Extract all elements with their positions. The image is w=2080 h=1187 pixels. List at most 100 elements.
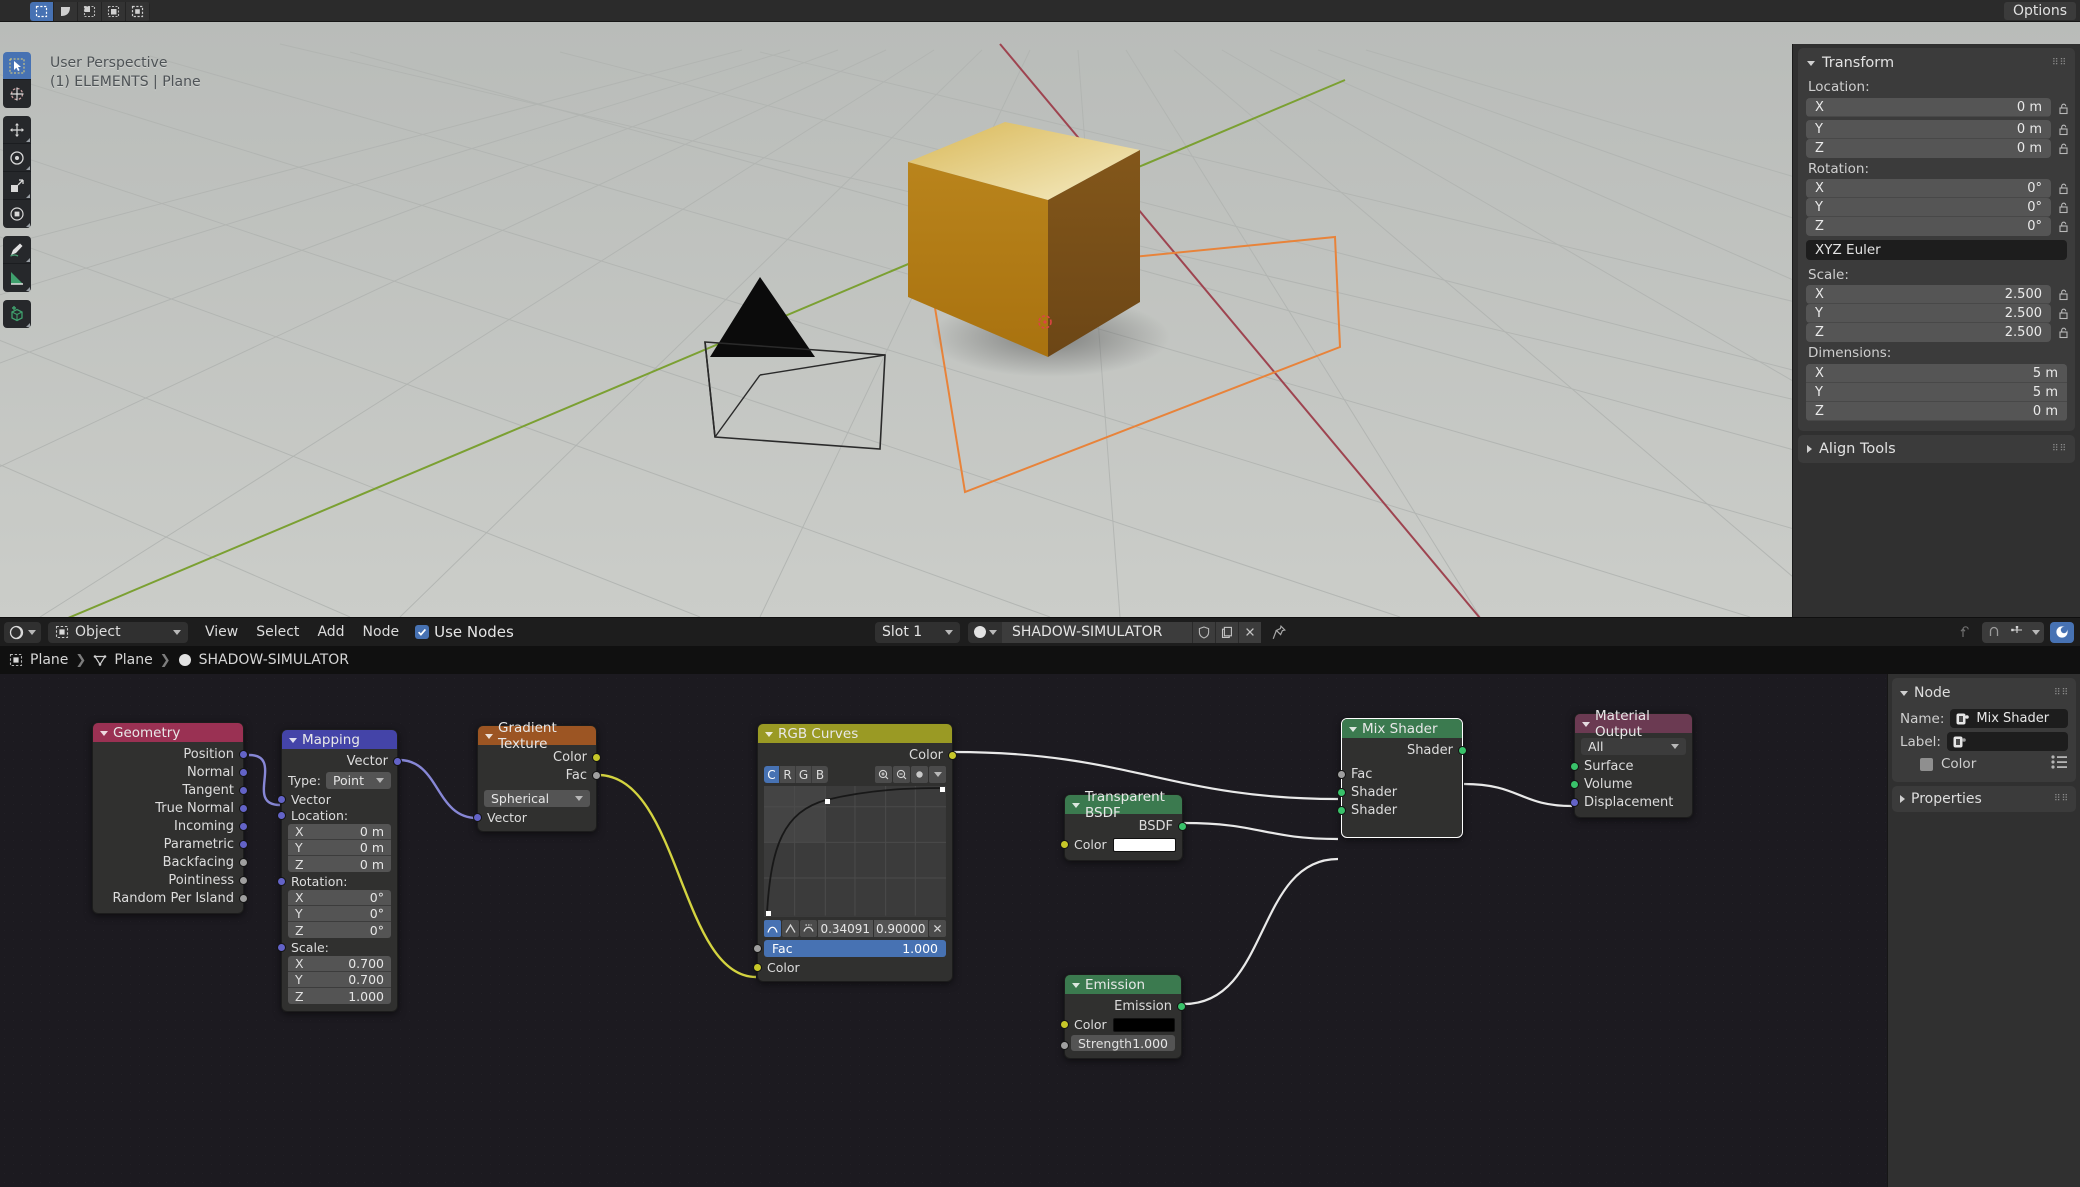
lock-scale-z-icon[interactable] [2051, 326, 2075, 339]
menu-add[interactable]: Add [308, 622, 353, 643]
vector-handle-icon[interactable] [782, 920, 799, 937]
node-material-output[interactable]: Material Output All Surface Volume Displ… [1570, 708, 1693, 818]
node-rgb-curves-header[interactable]: RGB Curves [758, 724, 952, 743]
socket-row-volume[interactable]: Volume [1570, 775, 1692, 793]
socket-shader-out[interactable] [1458, 745, 1467, 755]
socket-pointiness[interactable] [239, 875, 248, 885]
socket-row-normal[interactable]: Normal [93, 763, 248, 781]
node-gradient-texture[interactable]: Gradient Texture Color Fac Spherical Vec… [473, 720, 601, 832]
menu-select[interactable]: Select [247, 622, 308, 643]
emission-strength-field[interactable]: Strength 1.000 [1071, 1035, 1175, 1051]
curve-tools[interactable] [875, 766, 946, 783]
location-y-field[interactable]: Y 0 m [1806, 120, 2051, 139]
socket-shader-in-2[interactable] [1337, 805, 1346, 815]
socket-row-pointiness[interactable]: Pointiness [93, 871, 248, 889]
socket-color-in[interactable] [1060, 840, 1069, 849]
auto-handle-icon[interactable] [764, 920, 781, 937]
rgb-curves-color-input-row[interactable]: Color [753, 959, 952, 975]
socket-color-in[interactable] [753, 962, 762, 972]
cursor-tool[interactable] [3, 80, 31, 108]
curve-point-y-value[interactable]: 0.90000 [873, 920, 928, 937]
transparent-color-swatch[interactable] [1112, 837, 1176, 852]
measure-tool[interactable] [3, 264, 31, 292]
lock-location-x-icon[interactable] [2051, 102, 2075, 115]
breadcrumb-item-mesh[interactable]: Plane [114, 652, 152, 668]
node-mix-shader[interactable]: Mix Shader Shader Fac Shader Shader [1337, 718, 1467, 838]
pin-icon[interactable] [1269, 624, 1289, 640]
socket-row-fac-out[interactable]: Fac [478, 766, 601, 784]
socket-row-backfacing[interactable]: Backfacing [93, 853, 248, 871]
mapping-rotation-y[interactable]: Y 0° [288, 906, 391, 922]
socket-fac-in[interactable] [753, 944, 762, 953]
menu-node[interactable]: Node [354, 622, 409, 643]
mapping-location-z[interactable]: Z 0 m [288, 856, 391, 872]
select-box-icon[interactable] [30, 2, 54, 21]
breadcrumb-item-object[interactable]: Plane [30, 652, 68, 668]
properties-panel[interactable]: Properties ⠿⠿ [1892, 786, 2076, 812]
menu-view[interactable]: View [196, 622, 247, 643]
node-geometry[interactable]: Geometry Position Normal Tangent True No… [92, 722, 248, 914]
rotation-x-field[interactable]: X 0° [1806, 179, 2051, 198]
curve-point-selected[interactable] [825, 799, 830, 804]
select-mode-group[interactable] [30, 2, 150, 21]
socket-row-color-out[interactable]: Color [758, 746, 957, 764]
socket-row-parametric[interactable]: Parametric [93, 835, 248, 853]
socket-row-random-per-island[interactable]: Random Per Island [93, 889, 248, 907]
socket-color-out[interactable] [592, 752, 601, 762]
material-browse-button[interactable] [968, 621, 1002, 643]
rotation-y-field[interactable]: Y 0° [1806, 198, 2051, 217]
mapping-rotation-x[interactable]: X 0° [288, 890, 391, 906]
select-circle-icon[interactable] [102, 2, 126, 21]
gradient-vector-input-row[interactable]: Vector [473, 809, 596, 825]
snap-arrow-icon[interactable] [1954, 622, 1976, 643]
curve-channel-tabs[interactable]: C R G B [764, 766, 828, 783]
material-slot-select[interactable]: Slot 1 [875, 621, 960, 643]
clip-icon[interactable] [911, 766, 928, 783]
snap-options-group[interactable] [1982, 621, 2044, 643]
mapping-location-x[interactable]: X 0 m [288, 824, 391, 840]
properties-panel-header[interactable]: Properties ⠿⠿ [1892, 786, 2076, 812]
mapping-rotation-z[interactable]: Z 0° [288, 922, 391, 938]
socket-rotation-in[interactable] [277, 876, 286, 886]
grip-dots-icon[interactable]: ⠿⠿ [2054, 688, 2068, 697]
node-color-row[interactable]: Color [1892, 753, 2076, 775]
socket-row-fac-in[interactable]: Fac [1337, 765, 1462, 783]
dimension-z-field[interactable]: Z 0 m [1806, 402, 2067, 421]
lock-location-y-icon[interactable] [2051, 123, 2075, 136]
use-nodes-checkbox[interactable]: Use Nodes [408, 622, 521, 643]
select-extend-icon[interactable] [126, 2, 150, 21]
socket-displacement[interactable] [1570, 797, 1579, 807]
curve-channel-c[interactable]: C [764, 766, 780, 783]
curve-point-start[interactable] [766, 911, 771, 916]
delete-point-icon[interactable] [929, 920, 946, 937]
node-editor-canvas[interactable]: Geometry Position Normal Tangent True No… [0, 674, 2080, 1187]
socket-row-shader-in-1[interactable]: Shader [1337, 783, 1462, 801]
socket-incoming[interactable] [239, 821, 248, 831]
node-geometry-header[interactable]: Geometry [93, 723, 243, 742]
socket-volume[interactable] [1570, 779, 1579, 789]
socket-true-normal[interactable] [239, 803, 248, 813]
mapping-scale-z[interactable]: Z 1.000 [288, 988, 391, 1004]
socket-row-surface[interactable]: Surface [1570, 757, 1692, 775]
viewport-3d[interactable]: User Perspective (1) ELEMENTS | Plane Tr… [0, 22, 2080, 617]
align-tools-panel[interactable]: Align Tools ⠿⠿ [1798, 435, 2075, 463]
node-mapping[interactable]: Mapping Vector Type: Point Vector Locati… [277, 729, 402, 1012]
socket-row-true-normal[interactable]: True Normal [93, 799, 248, 817]
zoom-in-icon[interactable] [875, 766, 892, 783]
location-z-field[interactable]: Z 0 m [1806, 139, 2051, 158]
viewport-toolbar[interactable] [3, 52, 31, 335]
duplicate-icon[interactable] [1215, 621, 1238, 643]
align-tools-header[interactable]: Align Tools ⠿⠿ [1798, 438, 2075, 460]
socket-row-shader-out[interactable]: Shader [1342, 741, 1467, 759]
mapping-scale-y[interactable]: Y 0.700 [288, 972, 391, 988]
node-gradient-texture-header[interactable]: Gradient Texture [478, 720, 596, 752]
curve-channel-b[interactable]: B [812, 766, 828, 783]
node-emission-header[interactable]: Emission [1065, 975, 1181, 994]
lock-rotation-z-icon[interactable] [2051, 220, 2075, 233]
transparent-color-row[interactable]: Color [1060, 835, 1182, 854]
socket-vector-in[interactable] [473, 812, 482, 822]
shader-type-select[interactable]: Object [48, 621, 188, 643]
node-transparent-bsdf[interactable]: Transparent BSDF BSDF Color [1060, 789, 1187, 861]
socket-row-displacement[interactable]: Displacement [1570, 793, 1692, 811]
socket-vector-in[interactable] [277, 794, 286, 804]
